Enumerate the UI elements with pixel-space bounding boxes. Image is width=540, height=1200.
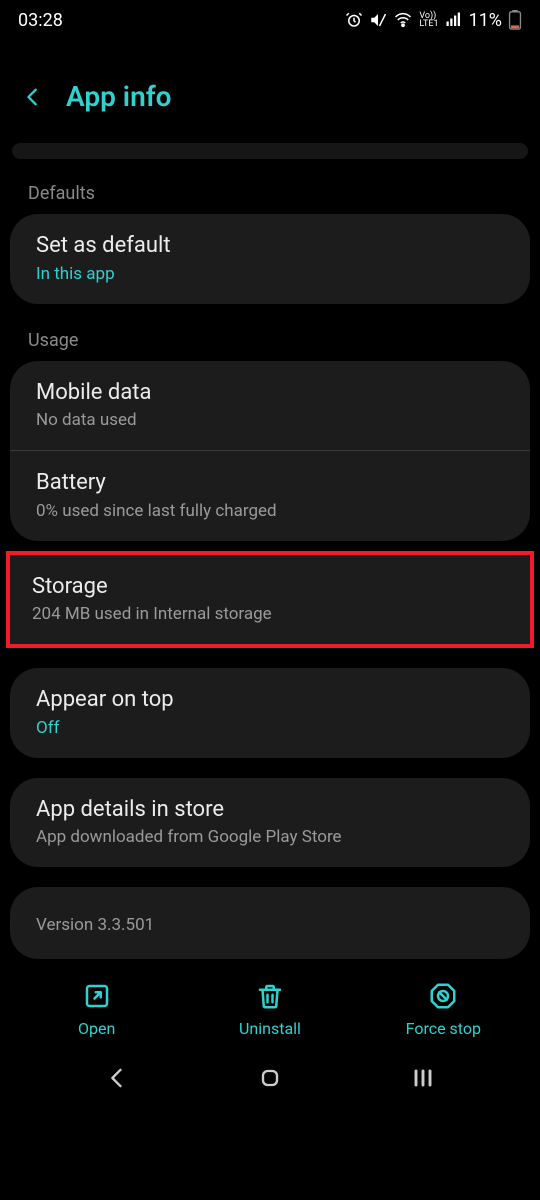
storage-title: Storage <box>32 573 508 601</box>
mobile-data-sub: No data used <box>36 410 504 430</box>
status-icons: Vo))LTE1 11% <box>345 10 522 31</box>
trash-icon <box>255 981 285 1011</box>
storage-row[interactable]: Storage 204 MB used in Internal storage <box>10 555 530 645</box>
appear-on-top-title: Appear on top <box>36 686 504 714</box>
open-button[interactable]: Open <box>10 981 183 1038</box>
status-time: 03:28 <box>18 10 63 31</box>
set-as-default-sub: In this app <box>36 264 504 284</box>
version-text: Version 3.3.501 <box>36 915 504 935</box>
nav-recents-icon[interactable] <box>409 1064 437 1092</box>
battery-sub: 0% used since last fully charged <box>36 501 504 521</box>
appear-on-top-row[interactable]: Appear on top Off <box>10 668 530 758</box>
mute-icon <box>369 11 387 29</box>
mobile-data-title: Mobile data <box>36 379 504 407</box>
battery-title: Battery <box>36 469 504 497</box>
appear-on-top-sub: Off <box>36 718 504 738</box>
nav-home-icon[interactable] <box>256 1064 284 1092</box>
battery-icon <box>508 10 522 30</box>
app-details-row[interactable]: App details in store App downloaded from… <box>10 778 530 868</box>
storage-sub: 204 MB used in Internal storage <box>32 604 508 624</box>
wifi-icon <box>393 11 413 29</box>
set-as-default-row[interactable]: Set as default In this app <box>10 214 530 304</box>
uninstall-button[interactable]: Uninstall <box>183 981 356 1038</box>
scroll-indicator <box>12 143 528 159</box>
uninstall-label: Uninstall <box>239 1019 301 1038</box>
open-icon <box>82 981 112 1011</box>
section-defaults-label: Defaults <box>0 177 540 214</box>
alarm-icon <box>345 11 363 29</box>
app-details-title: App details in store <box>36 796 504 824</box>
bottom-action-bar: Open Uninstall Force stop <box>0 959 540 1050</box>
force-stop-label: Force stop <box>406 1019 481 1038</box>
android-nav-bar <box>0 1050 540 1102</box>
nav-back-icon[interactable] <box>103 1064 131 1092</box>
set-as-default-title: Set as default <box>36 232 504 260</box>
storage-row-highlight: Storage 204 MB used in Internal storage <box>6 551 534 649</box>
open-label: Open <box>78 1019 115 1038</box>
app-details-sub: App downloaded from Google Play Store <box>36 827 504 847</box>
force-stop-button[interactable]: Force stop <box>357 981 530 1038</box>
battery-percent: 11% <box>469 10 502 31</box>
status-bar: 03:28 Vo))LTE1 11% <box>0 0 540 40</box>
mobile-data-row[interactable]: Mobile data No data used <box>10 361 530 451</box>
signal-icon <box>445 11 463 29</box>
page-title: App info <box>66 80 172 113</box>
back-icon[interactable] <box>22 86 44 108</box>
app-info-header: App info <box>0 40 540 143</box>
version-row: Version 3.3.501 <box>10 887 530 959</box>
force-stop-icon <box>428 981 458 1011</box>
battery-row[interactable]: Battery 0% used since last fully charged <box>10 451 530 541</box>
section-usage-label: Usage <box>0 324 540 361</box>
volte-icon: Vo))LTE1 <box>419 12 438 28</box>
